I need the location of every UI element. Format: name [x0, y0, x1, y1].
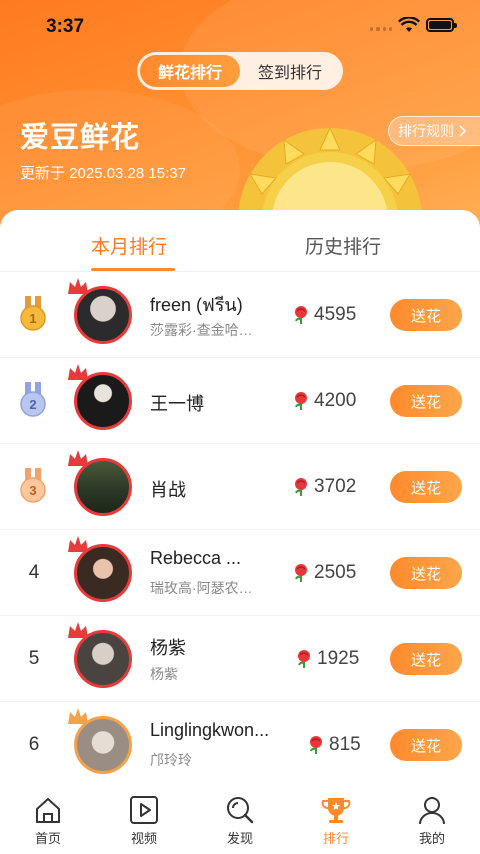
ranking-row[interactable]: 6 Linglingkwon... 邝玲玲 815 送花 [0, 702, 480, 788]
rose-icon [310, 736, 322, 754]
nav-item-ranking[interactable]: 排行 [288, 784, 384, 854]
ranking-card: 本月排行 历史排行 1 freen (ฟรีน) 莎露彩·查金哈… 4595 送… [0, 210, 480, 854]
crown-icon [68, 708, 88, 724]
ranking-row[interactable]: 5 杨紫 杨紫 1925 送花 [0, 616, 480, 702]
avatar[interactable] [68, 364, 136, 434]
svg-text:3: 3 [29, 483, 36, 498]
rose-icon [295, 564, 307, 582]
flower-count-value: 815 [329, 734, 361, 755]
signal-dots-icon [370, 27, 392, 33]
avatar[interactable] [68, 622, 136, 692]
idol-subtitle: 莎露彩·查金哈… [150, 322, 253, 338]
tab-monthly[interactable]: 本月排行 [91, 232, 167, 259]
rank-number: 4 [28, 562, 40, 583]
segment-flower-ranking[interactable]: 鲜花排行 [140, 55, 240, 87]
idol-subtitle: 邝玲玲 [150, 752, 192, 768]
crown-icon [68, 622, 88, 638]
idol-name: Rebecca ... [150, 548, 242, 568]
flower-count: 4595 [291, 304, 356, 326]
nav-item-home[interactable]: 首页 [0, 784, 96, 854]
crown-icon [68, 536, 88, 552]
flower-count-value: 3702 [314, 476, 357, 497]
bottom-nav: 首页 视频 发现 排行 我的 [0, 784, 480, 854]
gold-medal-icon: 1 [20, 296, 46, 331]
idol-name: 肖战 [150, 480, 186, 500]
ranking-row[interactable]: 2 王一博 4200 送花 [0, 358, 480, 444]
nav-label: 发现 [226, 831, 253, 846]
nav-label: 我的 [418, 831, 445, 846]
active-tab-indicator [91, 268, 175, 271]
svg-text:1: 1 [29, 311, 36, 326]
crown-icon [68, 450, 88, 466]
silver-medal-icon: 2 [20, 382, 46, 417]
nav-item-discover[interactable]: 发现 [192, 784, 288, 854]
send-flower-button[interactable]: 送花 [390, 471, 462, 503]
flower-count-value: 4200 [314, 390, 357, 411]
ranking-rules-label: 排行规则 [398, 123, 454, 139]
status-time: 3:37 [46, 16, 85, 37]
segment-checkin-ranking[interactable]: 签到排行 [240, 55, 340, 87]
flower-count: 815 [306, 734, 361, 756]
idol-name: 杨紫 [150, 638, 186, 658]
send-flower-button[interactable]: 送花 [390, 643, 462, 675]
flower-count: 4200 [291, 390, 356, 412]
header-banner: 3:37 鲜花排行 签到排行 爱豆鲜花 更新于 2025.03.28 15:37… [0, 0, 480, 240]
home-icon [36, 798, 60, 823]
send-flower-button[interactable]: 送花 [390, 299, 462, 331]
chevron-right-icon [459, 125, 467, 137]
avatar[interactable] [68, 536, 136, 606]
avatar[interactable] [68, 708, 136, 778]
flower-count-value: 1925 [317, 648, 360, 669]
rose-icon [295, 478, 307, 496]
flower-count: 1925 [294, 648, 359, 670]
wifi-icon [398, 17, 420, 32]
discover-icon [227, 797, 254, 824]
send-flower-button[interactable]: 送花 [390, 729, 462, 761]
ranking-row[interactable]: 4 Rebecca ... 瑞玫高·阿瑟农… 2505 送花 [0, 530, 480, 616]
crown-icon [68, 364, 88, 380]
avatar[interactable] [68, 450, 136, 520]
flower-count: 3702 [291, 476, 356, 498]
flower-count-value: 4595 [314, 304, 357, 325]
rank-number: 6 [28, 734, 40, 755]
nav-label: 视频 [130, 831, 157, 846]
idol-subtitle: 杨紫 [150, 666, 178, 682]
ranking-type-switch: 鲜花排行 签到排行 [137, 52, 343, 90]
nav-item-video[interactable]: 视频 [96, 784, 192, 854]
rose-icon [298, 650, 310, 668]
ranking-tabs: 本月排行 历史排行 [0, 210, 480, 272]
video-icon [130, 796, 158, 824]
ranking-rules-button[interactable]: 排行规则 [388, 116, 480, 146]
rose-icon [295, 392, 307, 410]
status-bar: 3:37 [0, 0, 480, 50]
nav-item-profile[interactable]: 我的 [384, 784, 480, 854]
battery-icon [426, 18, 457, 32]
flower-count: 2505 [291, 562, 356, 584]
profile-icon [419, 797, 445, 825]
idol-name: 王一博 [150, 394, 204, 414]
page-title: 爱豆鲜花 [20, 122, 141, 154]
ranking-row[interactable]: 1 freen (ฟรีน) 莎露彩·查金哈… 4595 送花 [0, 272, 480, 358]
crown-icon [68, 278, 88, 294]
avatar[interactable] [68, 278, 136, 348]
nav-label: 首页 [34, 831, 61, 846]
rank-number: 5 [28, 648, 40, 669]
idol-subtitle: 瑞玫高·阿瑟农… [150, 580, 253, 596]
idol-name: Linglingkwon... [150, 720, 270, 740]
trophy-icon [321, 798, 351, 823]
idol-name: freen (ฟรีน) [150, 295, 243, 315]
svg-text:2: 2 [29, 397, 36, 412]
tab-history[interactable]: 历史排行 [305, 232, 381, 259]
flower-count-value: 2505 [314, 562, 357, 583]
ranking-row[interactable]: 3 肖战 3702 送花 [0, 444, 480, 530]
updated-time: 更新于 2025.03.28 15:37 [20, 165, 186, 182]
nav-label: 排行 [322, 831, 349, 846]
bronze-medal-icon: 3 [20, 468, 46, 503]
send-flower-button[interactable]: 送花 [390, 385, 462, 417]
send-flower-button[interactable]: 送花 [390, 557, 462, 589]
rose-icon [295, 306, 307, 324]
